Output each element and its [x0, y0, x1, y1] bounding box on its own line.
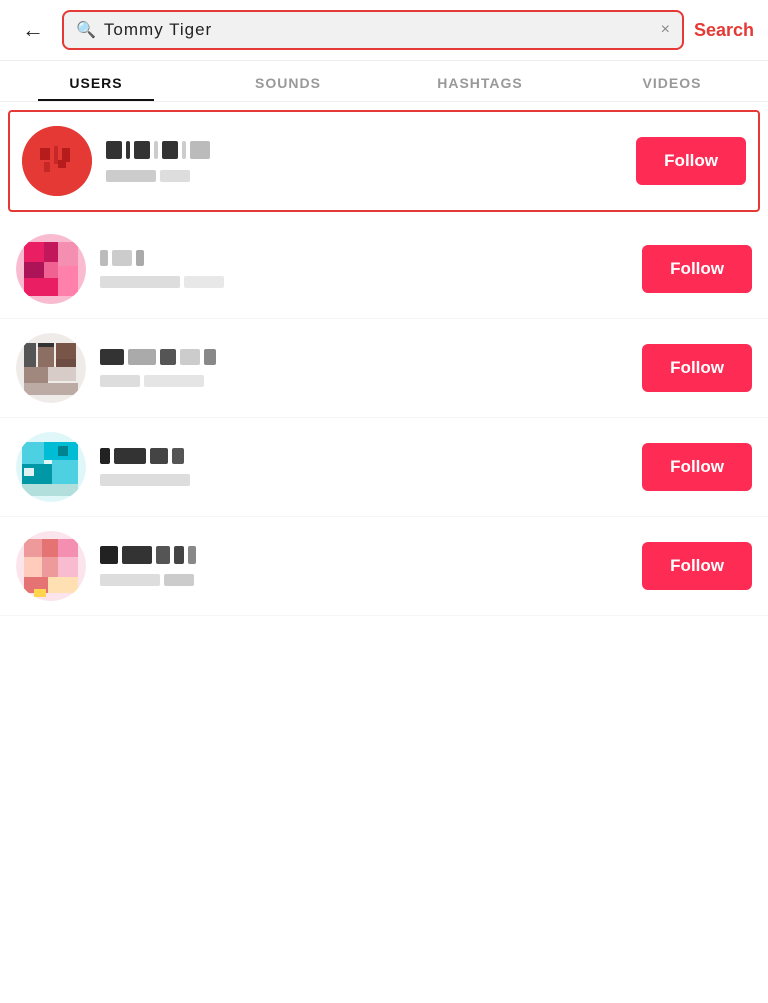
list-item: Follow — [8, 110, 760, 212]
search-button[interactable]: Search — [694, 20, 754, 41]
user-info — [100, 546, 628, 586]
list-item: Follow — [0, 319, 768, 418]
search-box: 🔍 × — [62, 10, 684, 50]
avatar — [16, 432, 86, 502]
list-item: Follow — [0, 517, 768, 616]
clear-button[interactable]: × — [661, 21, 670, 39]
avatar — [22, 126, 92, 196]
follow-button-2[interactable]: Follow — [642, 245, 752, 293]
list-item: Follow — [0, 220, 768, 319]
follow-button-3[interactable]: Follow — [642, 344, 752, 392]
header: ← 🔍 × Search — [0, 0, 768, 61]
avatar — [16, 333, 86, 403]
follow-button-5[interactable]: Follow — [642, 542, 752, 590]
avatar — [16, 531, 86, 601]
back-button[interactable]: ← — [14, 13, 52, 47]
tabs-bar: USERS SOUNDS HASHTAGS VIDEOS — [0, 61, 768, 102]
tab-users[interactable]: USERS — [0, 61, 192, 101]
list-item: Follow — [0, 418, 768, 517]
search-input[interactable] — [104, 20, 653, 40]
follow-button-1[interactable]: Follow — [636, 137, 746, 185]
user-info — [100, 448, 628, 486]
user-info — [100, 250, 628, 288]
tab-sounds[interactable]: SOUNDS — [192, 61, 384, 101]
tab-videos[interactable]: VIDEOS — [576, 61, 768, 101]
follow-button-4[interactable]: Follow — [642, 443, 752, 491]
avatar — [16, 234, 86, 304]
user-list: Follow — [0, 110, 768, 616]
search-icon: 🔍 — [76, 20, 96, 40]
user-info — [100, 349, 628, 387]
tab-hashtags[interactable]: HASHTAGS — [384, 61, 576, 101]
user-info — [106, 141, 622, 182]
